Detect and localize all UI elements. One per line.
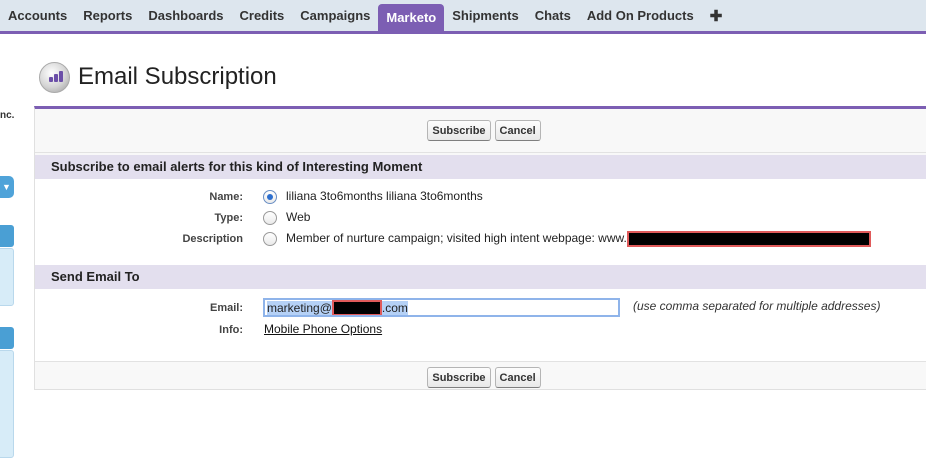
name-radio[interactable] [263,190,277,204]
sidebar-panel [0,350,14,458]
description-radio[interactable] [263,232,277,246]
tab-list: Accounts Reports Dashboards Credits Campaign… [0,0,926,31]
type-radio[interactable] [263,211,277,225]
email-field[interactable]: marketing@ .com [263,298,620,317]
email-hint: (use comma separated for multiple addres… [633,299,881,313]
chevron-down-icon: ▼ [2,182,11,192]
marketo-logo-icon [39,62,70,93]
tab-marketo[interactable]: Marketo [378,4,445,31]
cancel-button[interactable]: Cancel [494,120,541,141]
description-value: Member of nurture campaign; visited high… [286,231,871,247]
tab-credits[interactable]: Credits [232,0,293,31]
subscribe-button[interactable]: Subscribe [427,367,491,388]
sidebar-text-fragment: nc. [0,110,15,121]
tab-reports[interactable]: Reports [75,0,140,31]
page-title: Email Subscription [78,63,277,90]
description-label: Description [182,233,243,245]
interesting-moment-section-header: Subscribe to email alerts for this kind … [35,155,926,179]
tab-accounts[interactable]: Accounts [0,0,75,31]
mobile-phone-options-link[interactable]: Mobile Phone Options [264,322,382,336]
sidebar-panel-header [0,225,14,247]
info-label: Info: [219,324,243,336]
type-value: Web [286,210,311,224]
interesting-moment-section-body: Name: liliana 3to6months liliana 3to6mon… [35,179,926,265]
tab-dashboards[interactable]: Dashboards [140,0,231,31]
sidebar-dropdown-button[interactable]: ▼ [0,176,14,198]
email-label: Email: [209,302,243,314]
redacted-domain [331,300,382,315]
tab-bar: Accounts Reports Dashboards Credits Campaign… [0,0,926,34]
name-value: liliana 3to6months liliana 3to6months [286,189,483,203]
tab-add-on-products[interactable]: Add On Products [579,0,702,31]
email-suffix: .com [381,301,408,315]
type-label: Type: [214,212,243,224]
cancel-button[interactable]: Cancel [494,367,541,388]
sidebar-panel [0,248,14,306]
email-prefix: marketing@ [267,301,332,315]
description-text: Member of nurture campaign; visited high… [286,231,627,246]
subscribe-button[interactable]: Subscribe [427,120,491,141]
tab-campaigns[interactable]: Campaigns [292,0,378,31]
tab-shipments[interactable]: Shipments [444,0,526,31]
sidebar-panel-header [0,327,14,349]
subscription-form-panel: Subscribe Cancel Subscribe to email aler… [34,106,926,390]
top-button-row: Subscribe Cancel [35,109,926,153]
tab-chats[interactable]: Chats [527,0,579,31]
redacted-url [626,231,871,247]
add-tab-icon[interactable]: ✚ [702,0,731,31]
send-email-section-header: Send Email To [35,265,926,289]
name-label: Name: [209,191,243,203]
bottom-button-row: Subscribe Cancel [35,361,926,393]
